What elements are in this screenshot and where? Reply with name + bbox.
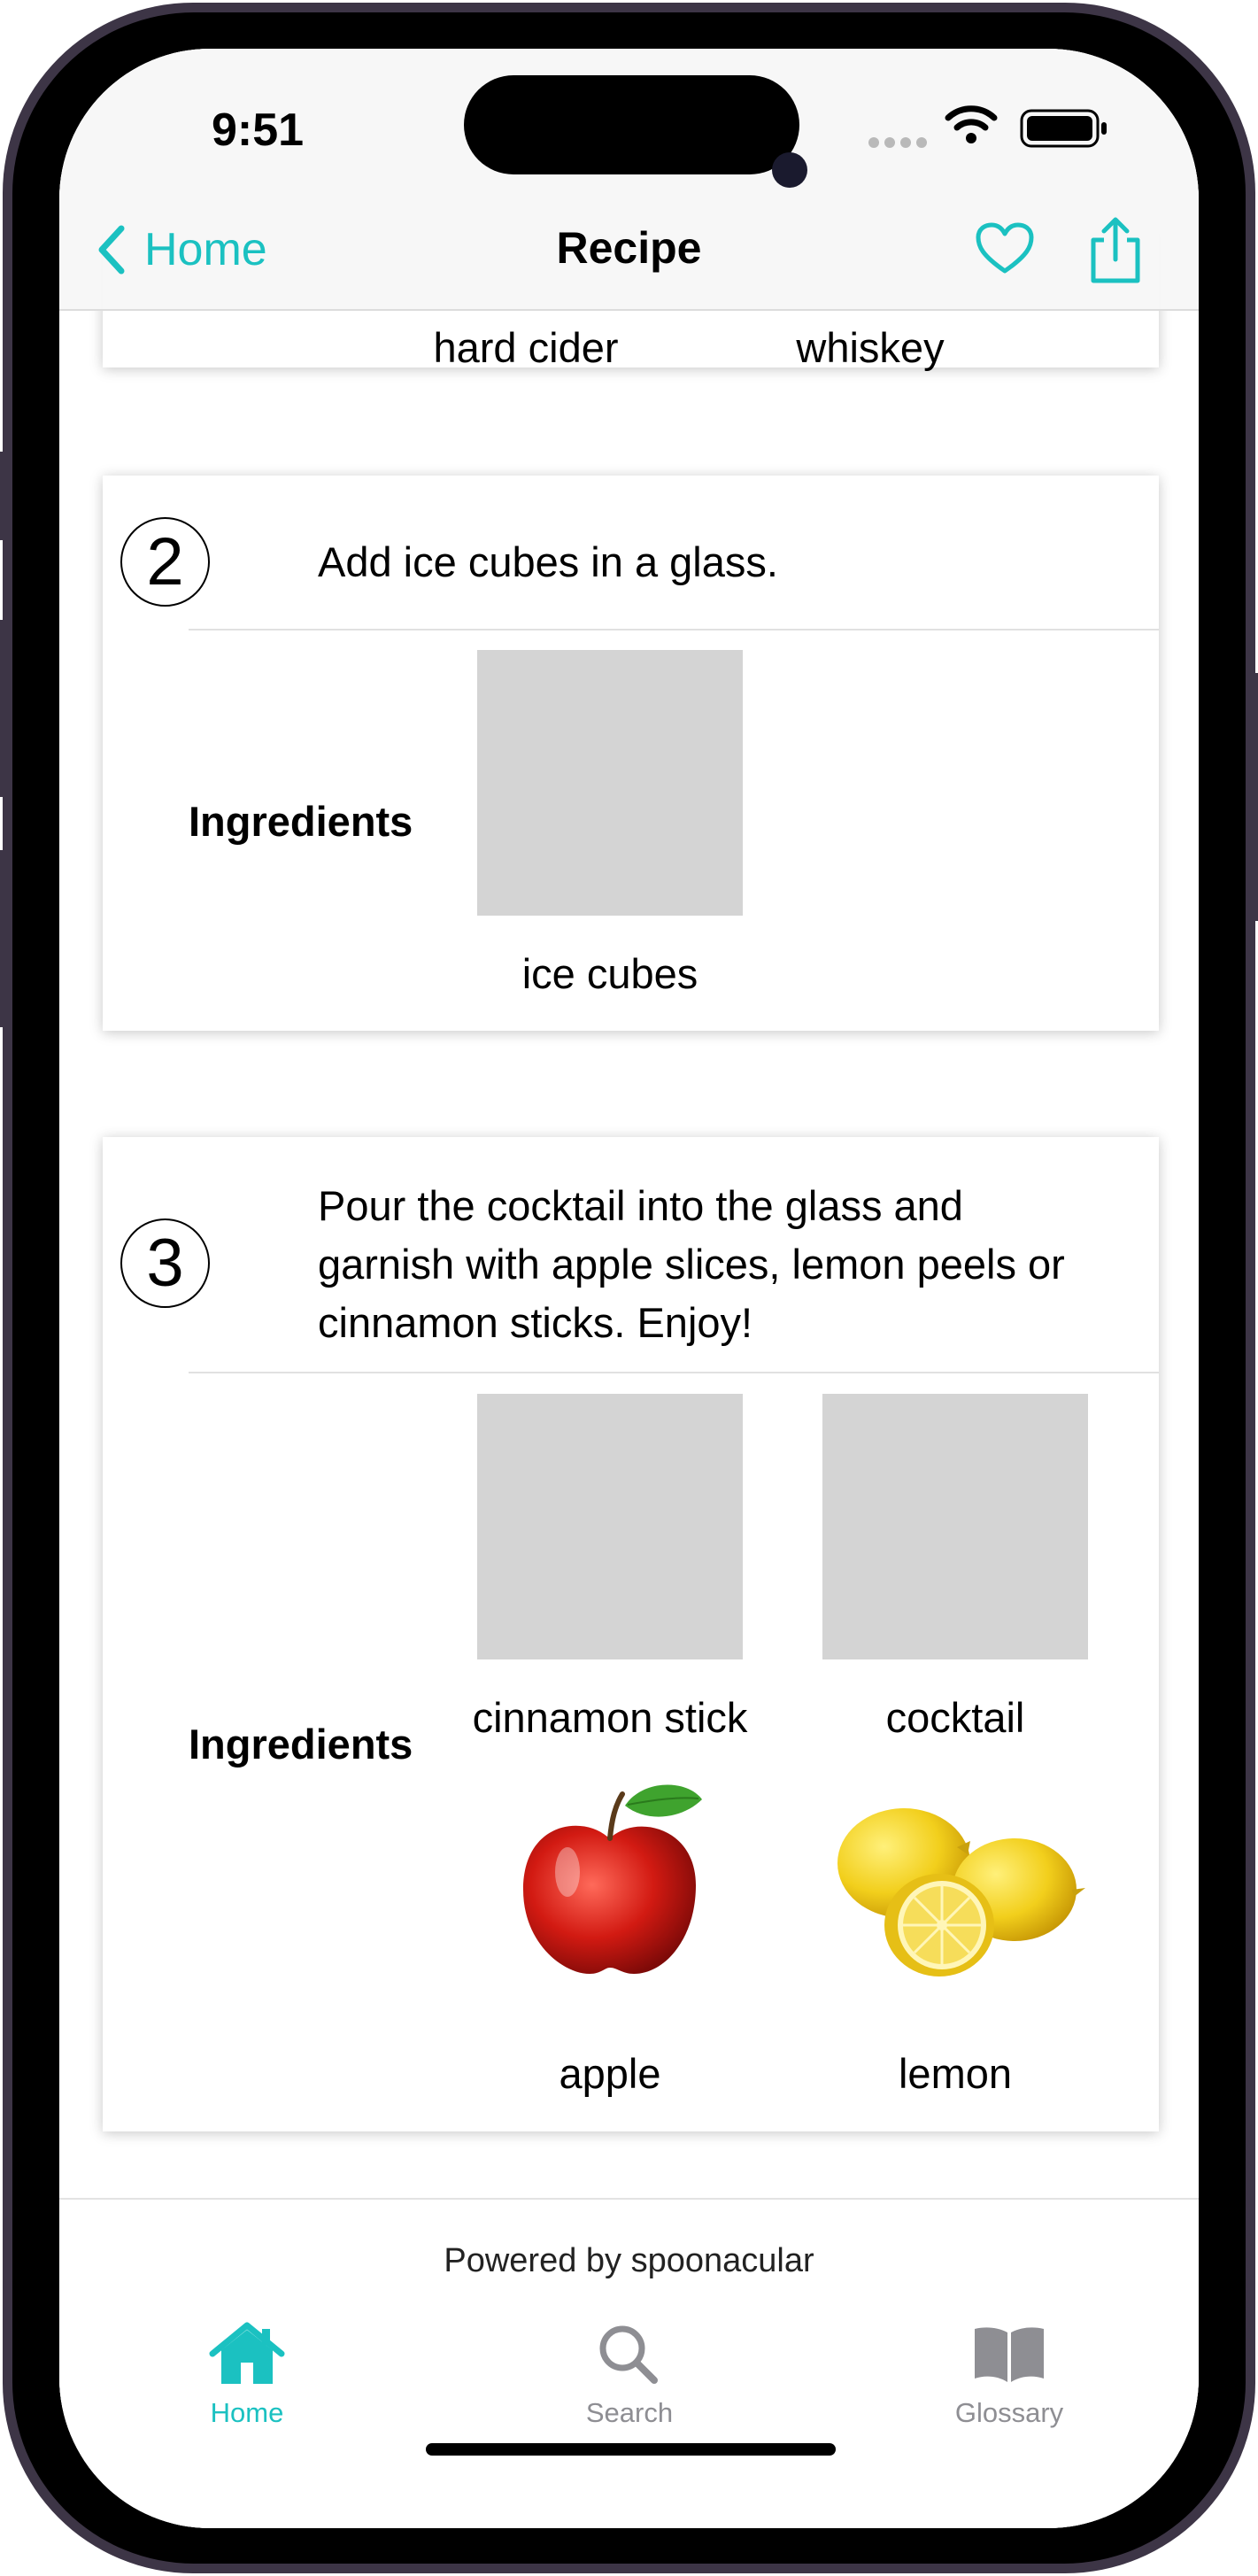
tab-label: Glossary (954, 2397, 1064, 2428)
step-number: 3 (120, 1218, 210, 1308)
lemon-image (837, 1808, 1085, 1976)
tab-label: Home (210, 2397, 284, 2428)
ingredient-name: hard cider (433, 324, 619, 371)
screen: hard cider whiskey 2 Add ice cubes in a … (59, 49, 1199, 2528)
tab-label: Search (585, 2397, 674, 2428)
instruction-line: garnish with apple slices, lemon peels o… (318, 1241, 1065, 1288)
step-card-3: 3 Pour the cocktail into the glass and g… (103, 1137, 1159, 2131)
cellular-signal-icon (868, 137, 927, 148)
book-icon (975, 2327, 1044, 2382)
ingredients-label: Ingredients (189, 1721, 413, 1768)
ingredient-image-placeholder (822, 1394, 1088, 1659)
status-time: 9:51 (212, 104, 305, 156)
ingredient-name: ice cubes (521, 950, 698, 997)
tab-glossary[interactable]: Glossary (912, 2322, 1107, 2429)
ingredient-name: cocktail (885, 1694, 1025, 1741)
house-icon (209, 2322, 285, 2384)
magnifier-icon (599, 2325, 658, 2384)
battery-icon (1020, 109, 1107, 148)
step-instruction: Add ice cubes in a glass. (318, 533, 778, 592)
ingredients-label: Ingredients (189, 798, 413, 845)
step-instruction: Pour the cocktail into the glass and gar… (318, 1177, 1065, 1352)
ingredient-image-placeholder (477, 1394, 743, 1659)
step-card-2: 2 Add ice cubes in a glass. Ingredients … (103, 476, 1159, 1031)
recipe-scroll-view[interactable]: hard cider whiskey 2 Add ice cubes in a … (59, 49, 1199, 2528)
tab-bar: Powered by spoonacular Home Search Gloss (59, 2198, 1199, 2528)
divider (189, 1372, 1159, 1373)
apple-image (523, 1784, 702, 1974)
ingredient-name: cinnamon stick (472, 1694, 748, 1741)
instruction-line: Pour the cocktail into the glass and (318, 1182, 963, 1229)
powered-by-label: Powered by spoonacular (444, 2242, 814, 2279)
favorite-heart-icon[interactable] (975, 221, 1035, 276)
ingredient-name: whiskey (796, 324, 945, 371)
ingredient-name: lemon (898, 2050, 1012, 2097)
ingredient-name: apple (559, 2050, 661, 2097)
ingredient-image-placeholder (477, 650, 743, 916)
wifi-icon (945, 105, 998, 143)
dynamic-island (464, 75, 799, 174)
tab-search[interactable]: Search (532, 2322, 727, 2429)
step-number: 2 (120, 517, 210, 607)
instruction-line: cinnamon sticks. Enjoy! (318, 1299, 753, 1346)
camera-icon (772, 152, 807, 188)
tab-home[interactable]: Home (150, 2322, 344, 2429)
divider (189, 629, 1159, 630)
instruction-line: Add ice cubes in a glass. (318, 538, 778, 585)
home-indicator[interactable] (426, 2443, 836, 2456)
navigation-bar: 9:51 Home Recipe (59, 49, 1199, 311)
share-icon[interactable] (1086, 215, 1145, 286)
